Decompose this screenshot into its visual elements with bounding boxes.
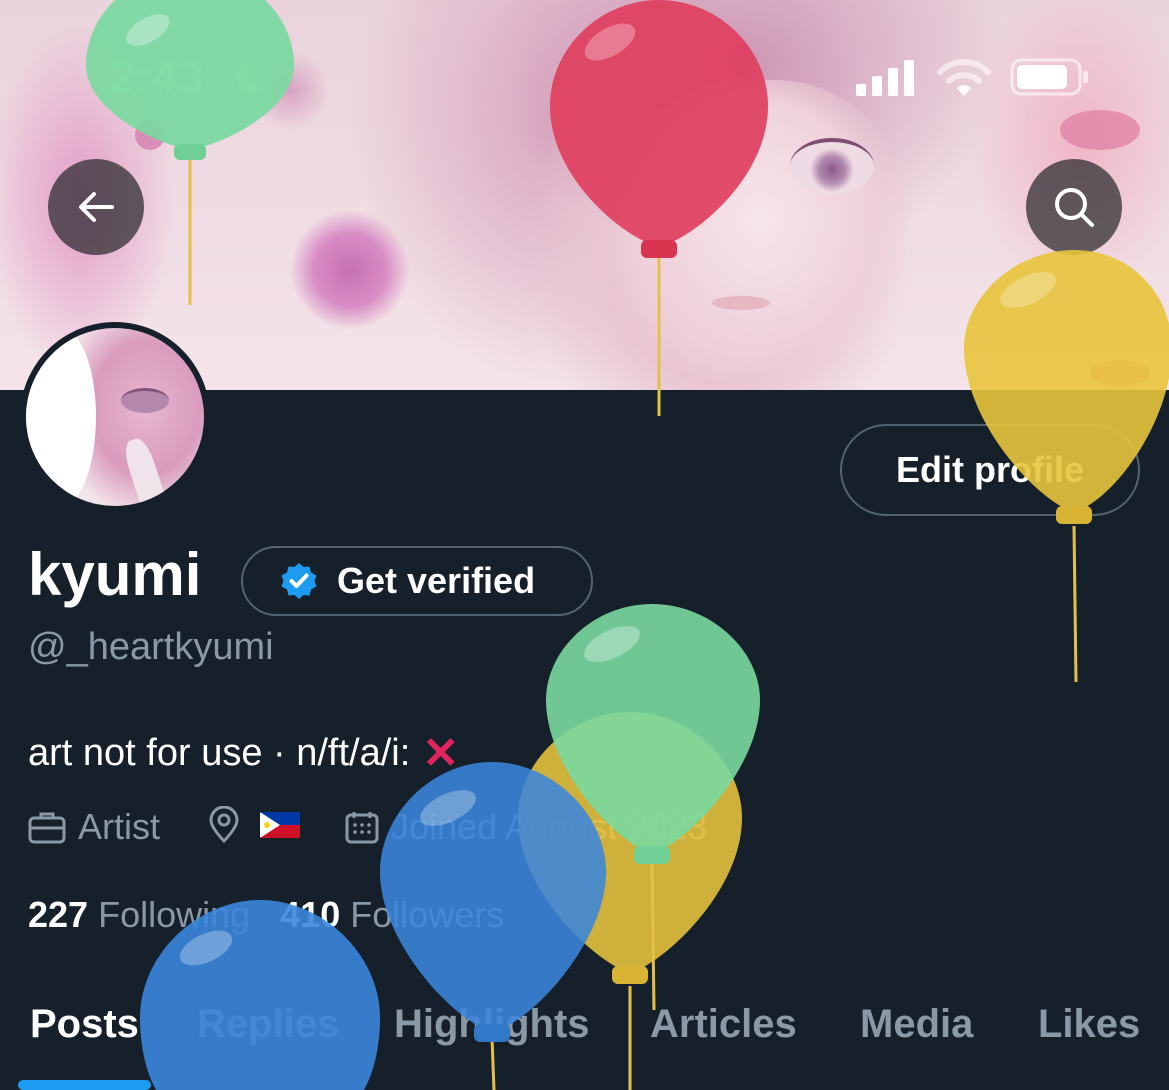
- status-time: 2:43: [110, 51, 205, 103]
- bio-text: art not for use · n/ft/a/i:: [28, 732, 411, 774]
- banner-bubble: [135, 120, 165, 150]
- search-icon: [1055, 188, 1094, 227]
- profile-avatar[interactable]: [20, 322, 210, 512]
- verified-badge-icon: [281, 563, 317, 599]
- get-verified-label: Get verified: [337, 560, 536, 601]
- profile-handle: @_heartkyumi: [28, 626, 274, 668]
- arrow-left-icon: [79, 192, 114, 222]
- tab-likes[interactable]: Likes: [1038, 1002, 1140, 1047]
- profile-bio: art not for use · n/ft/a/i: ✕: [28, 728, 459, 779]
- active-tab-indicator: [18, 1080, 151, 1090]
- tab-posts[interactable]: Posts: [30, 1002, 139, 1047]
- moon-icon: [236, 61, 266, 94]
- location-pin-icon: [209, 806, 239, 844]
- back-button[interactable]: [48, 159, 144, 255]
- cross-mark-icon: ✕: [422, 729, 460, 778]
- following-link[interactable]: 227 Following: [28, 894, 250, 936]
- avatar-image: [26, 328, 204, 506]
- banner-bubble: [1060, 110, 1140, 150]
- following-count: 227: [28, 894, 89, 935]
- profile-joined: Joined August 2023: [345, 806, 707, 848]
- tab-articles[interactable]: Articles: [650, 1002, 797, 1047]
- tab-highlights[interactable]: Highlights: [394, 1002, 590, 1047]
- banner-eye: [790, 138, 874, 194]
- cellular-signal-icon: [856, 60, 914, 96]
- profile-job: Artist: [28, 806, 160, 848]
- philippines-flag-icon: [260, 812, 300, 838]
- followers-link[interactable]: 410 Followers: [280, 894, 504, 936]
- banner-face: [610, 80, 910, 390]
- get-verified-button[interactable]: Get verified: [241, 546, 593, 616]
- tab-replies[interactable]: Replies: [197, 1002, 339, 1047]
- briefcase-icon: [28, 812, 66, 844]
- balloon-green-icon: [546, 604, 760, 1010]
- follow-counts: 227 Following 410 Followers: [28, 894, 534, 936]
- followers-label: Followers: [350, 894, 505, 935]
- joined-label: Joined August 2023: [391, 806, 708, 847]
- edit-profile-button[interactable]: Edit profile: [840, 424, 1140, 516]
- banner-mouth: [712, 296, 770, 310]
- tab-media[interactable]: Media: [860, 1002, 973, 1047]
- profile-location: [208, 806, 300, 844]
- profile-tabs: Posts Replies Highlights Articles Media …: [0, 990, 1169, 1090]
- profile-name: kyumi: [28, 541, 202, 608]
- wifi-icon: [937, 59, 991, 96]
- banner-bubble: [1090, 360, 1150, 386]
- search-button[interactable]: [1026, 159, 1122, 255]
- following-label: Following: [98, 894, 251, 935]
- battery-icon: [1010, 58, 1088, 96]
- followers-count: 410: [280, 894, 341, 935]
- job-label: Artist: [78, 806, 161, 847]
- calendar-icon: [345, 812, 379, 844]
